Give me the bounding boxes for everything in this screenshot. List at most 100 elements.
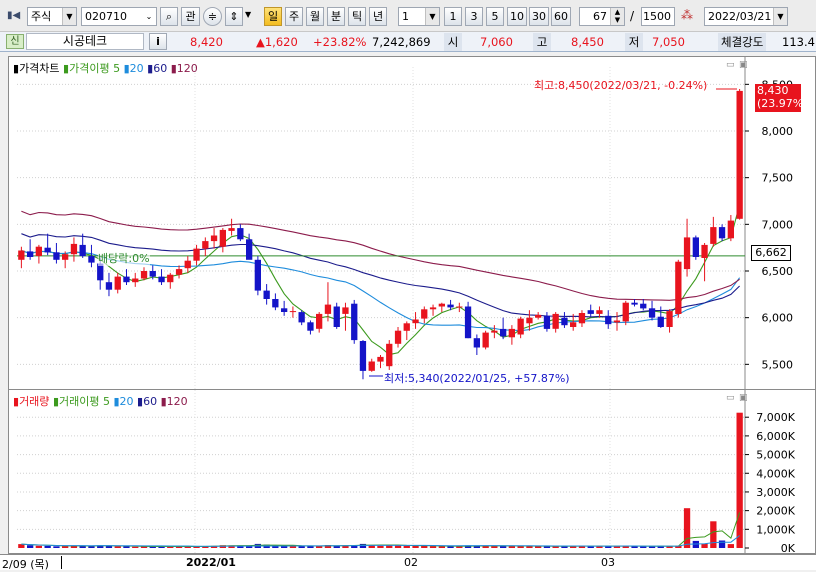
x-axis-start-divider [61, 556, 62, 569]
count-separator: / [630, 9, 635, 23]
candle-down [27, 251, 34, 257]
drag-handle-icon[interactable]: ▮◀ [7, 10, 20, 21]
period-week-button[interactable]: 주 [285, 7, 303, 26]
total-count-input[interactable]: 1500 [641, 7, 675, 26]
chevron-down-icon[interactable]: ⌄ [142, 8, 156, 25]
market-select[interactable]: 주식 ▼ [27, 7, 77, 26]
chart-settings-button[interactable]: ⁂ [677, 7, 697, 26]
candle-up [184, 260, 191, 269]
volume-bar [53, 546, 60, 548]
period-year-button[interactable]: 년 [369, 7, 387, 26]
volume-chart-panel[interactable]: ▮거래량 ▮거래이평 5 ▮20 ▮60 ▮120 ▭ ▣ 0K 1,000K 2,… [8, 389, 816, 554]
price-chart-panel[interactable]: ▮가격차트 ▮가격이평 5 ▮20 ▮60 ▮120 ▭ ▣ 5,500 6,00… [8, 56, 816, 390]
stack-icon: ≑ [207, 10, 218, 23]
candle-down [123, 276, 130, 283]
search-button[interactable]: ⌕ [160, 7, 178, 26]
volume-bar [421, 545, 428, 548]
count-stepper[interactable]: 67 ▲ ▼ [579, 7, 625, 26]
candle-down [88, 256, 95, 263]
volume-tick-label: 3,000K [756, 486, 795, 499]
candle-up [552, 313, 559, 329]
updown-button[interactable]: ⇕ [225, 7, 243, 26]
open-label: 시 [444, 33, 462, 51]
candle-down [97, 263, 104, 281]
period-tick-label: 틱 [351, 10, 363, 23]
period-minute-button[interactable]: 분 [327, 7, 345, 26]
period-day-button[interactable]: 일 [264, 7, 282, 26]
price-tick-label: 6,000 [762, 312, 794, 325]
interval-10-button[interactable]: 10 [507, 7, 527, 26]
candle-down [237, 228, 244, 240]
date-select-value: 2022/03/21 [708, 10, 772, 23]
chart-toolbar: ▮◀ 주식 ▼ 020710 ⌄ ⌕ 관 ≑ ⇕ ▼ 일 주 월 분 틱 년 1… [0, 0, 816, 32]
period-minute-label: 분 [330, 10, 342, 23]
candle-up [193, 248, 200, 261]
candle-up [491, 330, 498, 333]
candle-up [517, 318, 524, 335]
hline-price-tag: 6,662 [751, 245, 791, 261]
candle-down [473, 338, 480, 348]
date-select[interactable]: 2022/03/21 ▼ [704, 7, 788, 26]
candle-down [561, 317, 568, 326]
grid-settings-icon: ⁂ [681, 8, 693, 22]
chevron-down-icon[interactable]: ▼ [62, 8, 76, 25]
candle-up [316, 313, 323, 329]
candle-down [79, 244, 86, 257]
stock-code-input[interactable]: 020710 ⌄ [81, 7, 157, 26]
spinner-icon[interactable]: ▲ ▼ [610, 8, 624, 25]
interval-3-button[interactable]: 3 [465, 7, 483, 26]
group-button[interactable]: ≑ [203, 7, 222, 26]
candle-up [596, 310, 603, 314]
chevron-down-icon[interactable]: ▼ [425, 8, 439, 25]
candle-up [683, 237, 691, 270]
stock-info-button[interactable]: i [149, 33, 167, 50]
x-tick-02: 02 [404, 556, 418, 569]
candle-down [254, 259, 261, 291]
candle-up [342, 307, 349, 314]
volume-bar [438, 546, 445, 548]
updown-icon: ⇕ [229, 10, 239, 23]
gwan-button[interactable]: 관 [181, 7, 200, 26]
volume-bar [27, 545, 34, 548]
interval-60-label: 60 [554, 10, 568, 23]
candle-up [456, 306, 463, 308]
candle-down [605, 315, 612, 325]
current-price-tag: 8,430 (23.97%) [755, 84, 808, 112]
volume-bar [123, 546, 130, 548]
interval-30-button[interactable]: 30 [529, 7, 549, 26]
interval-select[interactable]: 1 ▼ [398, 7, 440, 26]
candle-up [578, 313, 586, 324]
candle-down [246, 239, 253, 260]
candle-down [718, 227, 726, 239]
candle-up [324, 304, 332, 314]
chevron-down-icon[interactable]: ▼ [773, 8, 787, 25]
candle-down [359, 341, 367, 371]
interval-1-button[interactable]: 1 [444, 7, 462, 26]
volume-tick-label: 7,000K [756, 411, 795, 424]
interval-60-button[interactable]: 60 [551, 7, 571, 26]
interval-30-label: 30 [532, 10, 546, 23]
candle-up [35, 246, 42, 256]
candle-down [44, 247, 51, 253]
candle-up [18, 250, 25, 260]
min-annotation: 최저:5,340(2022/01/25, +57.87%) [384, 372, 570, 385]
price-chart-svg: 5,5006,0006,5007,0007,5008,0008,500 [17, 57, 794, 389]
candle-down [272, 299, 279, 308]
max-annotation: 최고:8,450(2022/03/21, -0.24%) [534, 79, 708, 92]
candle-down [307, 322, 314, 331]
period-tick-button[interactable]: 틱 [348, 7, 366, 26]
period-month-button[interactable]: 월 [306, 7, 324, 26]
stock-name-label: 시공테크 [62, 34, 108, 48]
volume-bar [718, 540, 726, 548]
volume-tick-label: 0K [781, 542, 796, 553]
volume-bar [727, 544, 734, 548]
candle-down [447, 304, 454, 308]
candle-up [508, 328, 515, 338]
candle-up [421, 309, 428, 319]
candle-up [140, 271, 148, 279]
candle-down [53, 252, 60, 260]
candle-down [158, 276, 165, 283]
x-axis-bar: 2/09 (목) 2022/01 02 03 [0, 554, 816, 571]
interval-5-button[interactable]: 5 [486, 7, 504, 26]
chevron-down-icon[interactable]: ▼ [245, 10, 251, 19]
